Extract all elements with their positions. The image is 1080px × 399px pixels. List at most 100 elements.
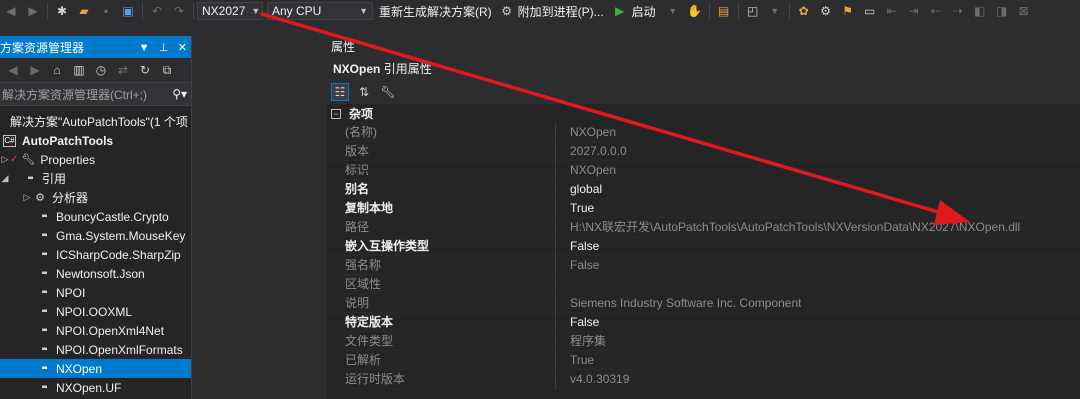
main-toolbar: ◀ ▶ ✱ ▰ ▪ ▣ ↶ ↷ NX2027 ▼ Any CPU ▼ 重新生成解…	[0, 0, 1080, 22]
alphabetical-icon[interactable]: ⇅	[355, 83, 373, 101]
outdent-icon[interactable]: ⇠	[928, 3, 944, 19]
rebuild-solution-button[interactable]: 重新生成解决方案(R)	[379, 3, 492, 20]
play-icon[interactable]: ▶	[612, 3, 628, 19]
open-folder-icon[interactable]: ▰	[76, 3, 92, 19]
solution-explorer-panel: 方案资源管理器 ▼ ⊥ ✕ ◀ ▶ ⌂ ▥ ◷ ⇄ ↻ ⧉ 解决方案资源管理器(…	[0, 36, 192, 399]
property-value[interactable]: global	[556, 180, 602, 199]
property-row[interactable]: 区域性	[327, 274, 1080, 294]
tree-item-reference[interactable]: ▪▪ ICSharpCode.SharpZip	[0, 245, 191, 264]
property-row[interactable]: 已解析 True	[327, 350, 1080, 370]
undo-icon[interactable]: ↶	[149, 3, 165, 19]
csharp-project-icon: C#	[3, 134, 16, 147]
toolbar-separator	[47, 3, 48, 19]
property-row[interactable]: 强名称 False	[327, 255, 1080, 275]
property-row[interactable]: 版本 2027.0.0.0	[327, 141, 1080, 161]
tree-item-reference[interactable]: ▪▪ NPOI.OOXML	[0, 302, 191, 321]
navigate-icon[interactable]: ⇤	[884, 3, 900, 19]
search-icon[interactable]: ⚲▾	[172, 87, 187, 101]
hot-reload-icon[interactable]: ✋	[687, 3, 703, 19]
tree-item-reference[interactable]: ▪▪ NXOpen.UF	[0, 378, 191, 397]
forward-icon[interactable]: ▶	[25, 3, 41, 19]
clear-bookmarks-icon[interactable]: ⊠	[1016, 3, 1032, 19]
chevron-right-icon[interactable]: ▷	[22, 192, 32, 203]
tree-item-reference[interactable]: ▪▪ NPOI.OpenXmlFormats	[0, 340, 191, 359]
property-value[interactable]: False	[556, 313, 599, 332]
collapse-all-icon[interactable]: ⧉	[159, 62, 175, 78]
attach-process-button[interactable]: 附加到进程(P)...	[518, 3, 604, 20]
chevron-down-icon[interactable]: ◢	[0, 173, 10, 184]
new-project-icon[interactable]: ✱	[54, 3, 70, 19]
property-name: 运行时版本	[327, 369, 556, 389]
tree-item-solution[interactable]: 解决方案"AutoPatchTools"(1 个项	[0, 112, 191, 131]
start-button[interactable]: 启动	[632, 3, 656, 20]
tree-item-reference[interactable]: ▪▪ NPOI	[0, 283, 191, 302]
tree-item-reference[interactable]: ▪▪ NPOI.OpenXml4Net	[0, 321, 191, 340]
tree-item-label: NPOI.OOXML	[56, 304, 133, 319]
forward-icon[interactable]: ▶	[27, 62, 43, 78]
property-row[interactable]: 文件类型 程序集	[327, 331, 1080, 351]
tree-item-references[interactable]: ◢ ▪▪ 引用	[0, 169, 191, 188]
solution-explorer-titlebar: 方案资源管理器 ▼ ⊥ ✕	[0, 36, 191, 58]
bookmark-next-icon[interactable]: ◨	[994, 3, 1010, 19]
wrench-icon: 🔧︎	[21, 154, 36, 166]
category-label: 杂项	[349, 107, 374, 121]
property-pages-icon[interactable]: 🔧︎	[379, 83, 397, 101]
save-icon[interactable]: ▪	[98, 3, 114, 19]
property-row[interactable]: 运行时版本 v4.0.30319	[327, 369, 1080, 389]
switch-views-icon[interactable]: ▥	[71, 62, 87, 78]
save-all-icon[interactable]: ▣	[120, 3, 136, 19]
chevron-down-icon[interactable]: ▼	[665, 3, 681, 19]
bookmark-icon[interactable]: ⚑	[840, 3, 856, 19]
chevron-down-icon[interactable]: ▼	[767, 3, 783, 19]
tree-item-analyzers[interactable]: ▷ ⚙ 分析器	[0, 188, 191, 207]
format-icon[interactable]: ⇥	[906, 3, 922, 19]
bookmark-prev-icon[interactable]: ◧	[972, 3, 988, 19]
tree-item-properties[interactable]: ▷ ✓ 🔧︎ Properties	[0, 150, 191, 169]
property-row[interactable]: (名称) NXOpen	[327, 122, 1080, 142]
close-icon[interactable]: ✕	[178, 42, 187, 54]
refresh-icon[interactable]: ↻	[137, 62, 153, 78]
categorized-icon[interactable]: ☷	[331, 83, 349, 101]
tree-item-label: 解决方案"AutoPatchTools"(1 个项	[10, 115, 188, 129]
property-name: 说明	[327, 293, 556, 313]
property-row[interactable]: 嵌入互操作类型 False	[327, 236, 1080, 256]
property-row[interactable]: 复制本地 True	[327, 198, 1080, 218]
tree-item-project[interactable]: C# AutoPatchTools	[0, 131, 191, 150]
platform-dropdown[interactable]: Any CPU ▼	[267, 2, 373, 20]
category-misc[interactable]: − 杂项	[327, 104, 1080, 123]
chevron-down-icon[interactable]: ▼	[139, 42, 150, 54]
property-row[interactable]: 路径 H:\NX联宏开发\AutoPatchTools\AutoPatchToo…	[327, 217, 1080, 237]
tree-item-reference[interactable]: ▪▪ Newtonsoft.Json	[0, 264, 191, 283]
property-value[interactable]: False	[556, 237, 599, 256]
plugin-icon[interactable]: ✿	[796, 3, 812, 19]
collapse-icon[interactable]: −	[331, 108, 341, 119]
back-icon[interactable]: ◀	[3, 3, 19, 19]
tree-item-reference[interactable]: ▪▪ BouncyCastle.Crypto	[0, 207, 191, 226]
back-icon[interactable]: ◀	[5, 62, 21, 78]
comment-icon[interactable]: ▭	[862, 3, 878, 19]
tree-item-reference-selected[interactable]: ▪▪ NXOpen	[0, 359, 191, 378]
configuration-dropdown[interactable]: NX2027 ▼	[197, 2, 263, 20]
chevron-right-icon[interactable]: ▷	[0, 154, 10, 165]
property-row[interactable]: 别名 global	[327, 179, 1080, 199]
gear-icon[interactable]: ⚙	[818, 3, 834, 19]
window-icon[interactable]: ◰	[745, 3, 761, 19]
properties-object-selector[interactable]: NXOpen 引用属性	[327, 58, 1080, 80]
reference-icon: ▪▪	[41, 363, 47, 374]
sync-icon[interactable]: ⇄	[115, 62, 131, 78]
folder-icon[interactable]: ▤	[716, 3, 732, 19]
history-icon[interactable]: ◷	[93, 62, 109, 78]
indent-icon[interactable]: ⇢	[950, 3, 966, 19]
property-row[interactable]: 特定版本 False	[327, 312, 1080, 332]
solution-search-input[interactable]: 解决方案资源管理器(Ctrl+;) ⚲▾	[0, 82, 191, 106]
tree-item-label: NPOI	[56, 285, 86, 300]
home-icon[interactable]: ⌂	[49, 62, 65, 78]
property-row[interactable]: 说明 Siemens Industry Software Inc. Compon…	[327, 293, 1080, 313]
reference-icon: ▪▪	[41, 230, 47, 241]
tree-item-label: Gma.System.MouseKey	[56, 228, 186, 243]
property-row[interactable]: 标识 NXOpen	[327, 160, 1080, 180]
pin-icon[interactable]: ⊥	[159, 42, 169, 54]
redo-icon[interactable]: ↷	[171, 3, 187, 19]
property-value[interactable]: True	[556, 199, 594, 218]
tree-item-reference[interactable]: ▪▪ Gma.System.MouseKey	[0, 226, 191, 245]
